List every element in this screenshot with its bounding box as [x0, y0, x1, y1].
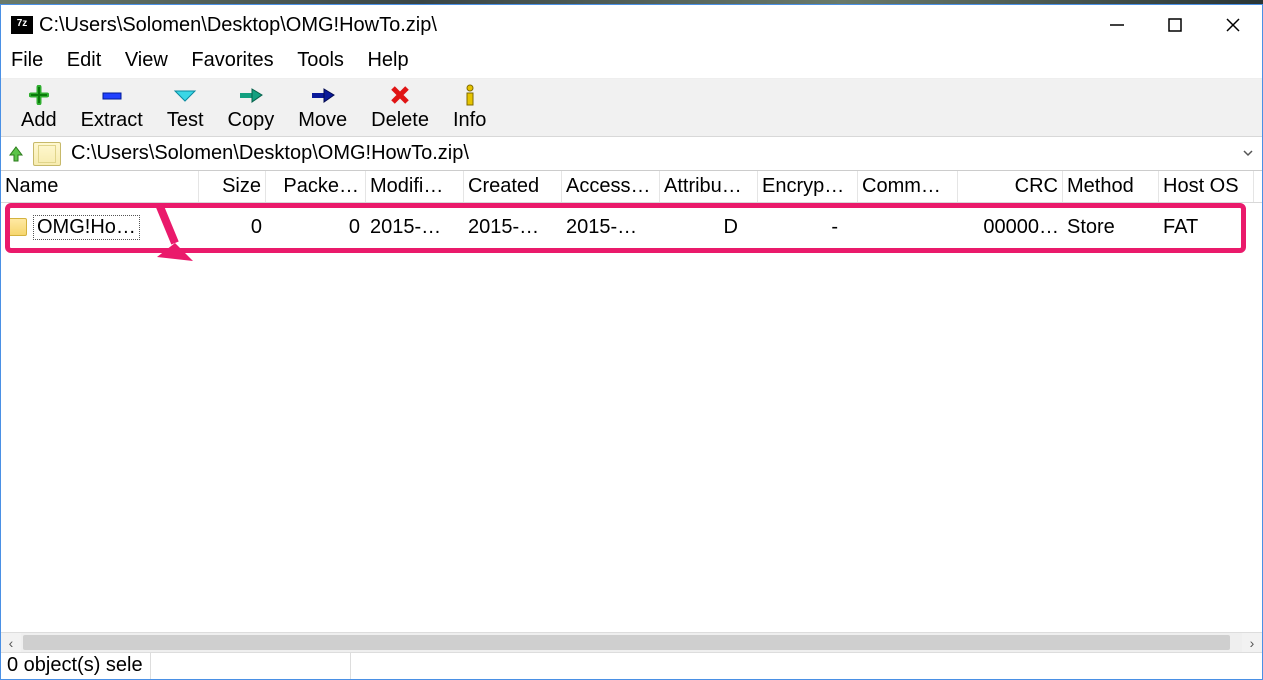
move-label: Move [298, 109, 347, 132]
file-list-area[interactable]: OMG!Ho… 0 0 2015-… 2015-… 2015-… D - 000… [1, 203, 1262, 632]
row-crc: 00000… [958, 214, 1063, 241]
extract-label: Extract [81, 109, 143, 132]
col-comment[interactable]: Comm… [858, 171, 958, 202]
row-accessed: 2015-… [562, 214, 660, 241]
test-button[interactable]: Test [155, 81, 216, 134]
row-hostos: FAT [1159, 214, 1254, 241]
scroll-right-button[interactable]: › [1242, 633, 1262, 652]
col-packed[interactable]: Packe… [266, 171, 366, 202]
delete-button[interactable]: Delete [359, 81, 441, 134]
column-headers: Name Size Packe… Modifi… Created Access…… [1, 171, 1262, 203]
menu-bar: File Edit View Favorites Tools Help [1, 45, 1262, 79]
archive-folder-icon [33, 142, 61, 166]
plus-icon [29, 83, 49, 107]
window-frame: 7z C:\Users\Solomen\Desktop\OMG!HowTo.zi… [0, 4, 1263, 680]
app-icon-7z: 7z [11, 16, 33, 34]
menu-help[interactable]: Help [363, 47, 418, 73]
address-bar [1, 137, 1262, 171]
minimize-button[interactable] [1088, 7, 1146, 43]
row-modified: 2015-… [366, 214, 464, 241]
col-created[interactable]: Created [464, 171, 562, 202]
col-size[interactable]: Size [199, 171, 266, 202]
menu-view[interactable]: View [121, 47, 178, 73]
address-input[interactable] [67, 140, 1238, 167]
col-name[interactable]: Name [1, 171, 199, 202]
menu-file[interactable]: File [7, 47, 53, 73]
menu-edit[interactable]: Edit [63, 47, 111, 73]
info-icon [463, 83, 477, 107]
menu-tools[interactable]: Tools [293, 47, 354, 73]
col-encryp[interactable]: Encryp… [758, 171, 858, 202]
toolbar: Add Extract Test Copy Move [1, 79, 1262, 137]
row-comment [858, 225, 958, 229]
add-label: Add [21, 109, 57, 132]
window-title: C:\Users\Solomen\Desktop\OMG!HowTo.zip\ [39, 14, 1088, 37]
horizontal-scrollbar[interactable]: ‹ › [1, 632, 1262, 652]
arrow-right-bold-icon [310, 83, 336, 107]
table-row[interactable]: OMG!Ho… 0 0 2015-… 2015-… 2015-… D - 000… [1, 209, 1262, 245]
col-crc[interactable]: CRC [958, 171, 1063, 202]
test-label: Test [167, 109, 204, 132]
info-button[interactable]: Info [441, 81, 498, 134]
col-attrib[interactable]: Attribu… [660, 171, 758, 202]
menu-favorites[interactable]: Favorites [187, 47, 283, 73]
copy-button[interactable]: Copy [216, 81, 287, 134]
copy-label: Copy [228, 109, 275, 132]
row-created: 2015-… [464, 214, 562, 241]
minus-icon [101, 83, 123, 107]
row-encryp: - [758, 214, 858, 241]
status-text: 0 object(s) sele [1, 653, 151, 679]
status-cell-2 [151, 653, 351, 679]
scroll-track[interactable] [21, 633, 1242, 652]
status-bar: 0 object(s) sele [1, 652, 1262, 679]
scroll-thumb[interactable] [23, 635, 1230, 650]
title-bar[interactable]: 7z C:\Users\Solomen\Desktop\OMG!HowTo.zi… [1, 5, 1262, 45]
row-packed: 0 [266, 214, 366, 241]
up-folder-button[interactable] [5, 143, 27, 165]
close-button[interactable] [1204, 7, 1262, 43]
maximize-button[interactable] [1146, 7, 1204, 43]
arrow-right-icon [238, 83, 264, 107]
col-accessed[interactable]: Access… [562, 171, 660, 202]
check-icon [173, 83, 197, 107]
row-name[interactable]: OMG!Ho… [33, 215, 140, 240]
row-size: 0 [199, 214, 266, 241]
col-method[interactable]: Method [1063, 171, 1159, 202]
info-label: Info [453, 109, 486, 132]
row-method: Store [1063, 214, 1159, 241]
row-attrib: D [660, 214, 758, 241]
scroll-left-button[interactable]: ‹ [1, 633, 21, 652]
col-hostos[interactable]: Host OS [1159, 171, 1254, 202]
address-dropdown-button[interactable] [1238, 142, 1258, 165]
delete-label: Delete [371, 109, 429, 132]
folder-icon [5, 218, 27, 236]
add-button[interactable]: Add [9, 81, 69, 134]
move-button[interactable]: Move [286, 81, 359, 134]
col-modified[interactable]: Modifi… [366, 171, 464, 202]
status-cell-3 [351, 653, 1262, 679]
extract-button[interactable]: Extract [69, 81, 155, 134]
cross-icon [390, 83, 410, 107]
